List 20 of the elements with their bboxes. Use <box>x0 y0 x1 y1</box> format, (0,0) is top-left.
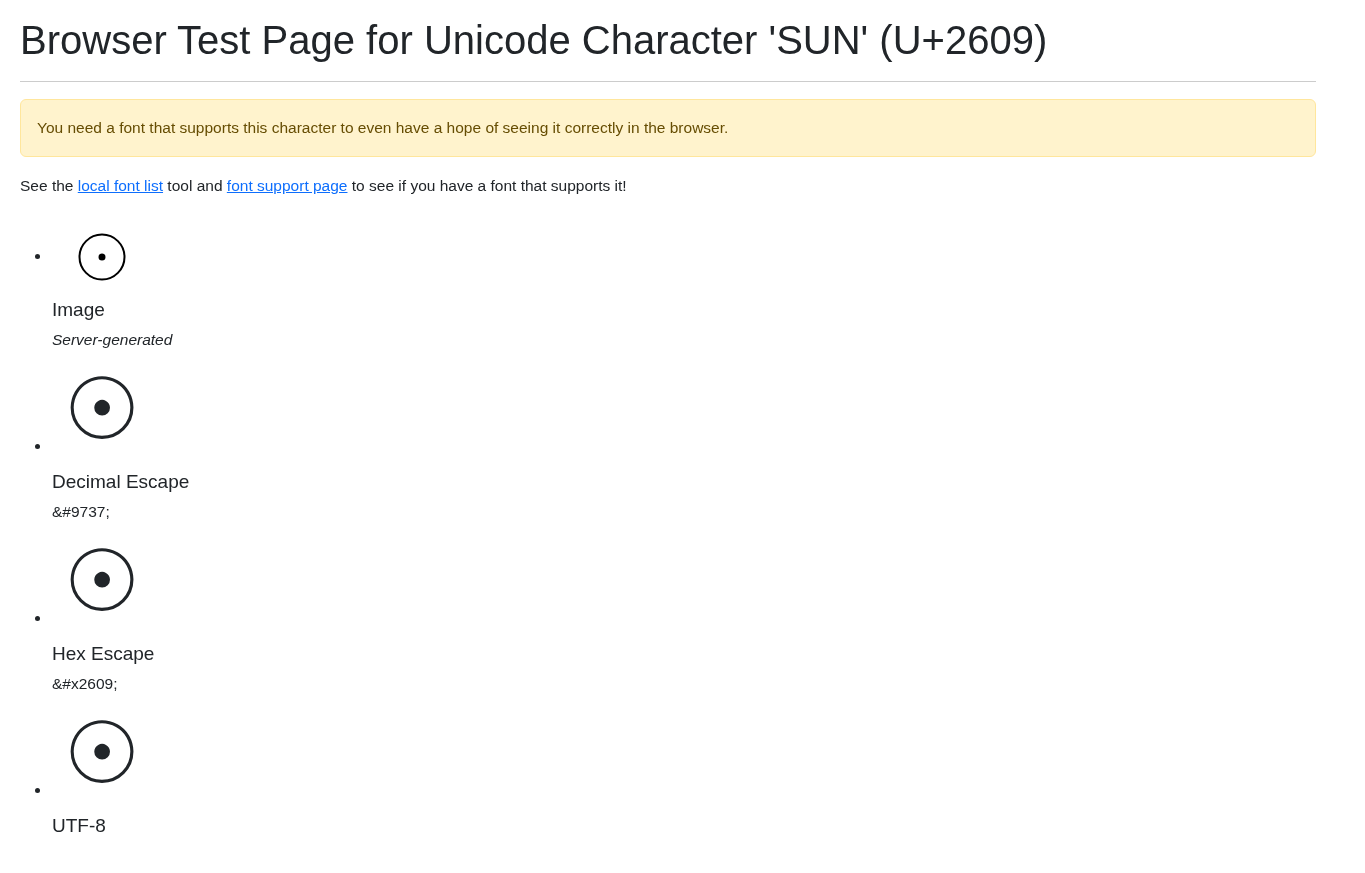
item-note: &#x2609; <box>52 675 119 693</box>
sun-glyph: ☉ <box>63 361 141 457</box>
bullet <box>35 788 40 793</box>
local-font-list-link[interactable]: local font list <box>77 177 164 194</box>
warning-alert: You need a font that supports this character to even have a hope of seeing it correctly in the browser. <box>20 99 1316 157</box>
font-support-page-link[interactable]: font support page <box>226 177 348 194</box>
item-label: UTF-8 <box>52 815 107 837</box>
item-note: &#9737; <box>52 503 111 521</box>
item-note: Server-generated <box>52 331 174 349</box>
item-label: Decimal Escape <box>52 471 191 493</box>
item-label: Image <box>52 299 106 321</box>
bullet <box>35 444 40 449</box>
page-title: Browser Test Page for Unicode Character 'SUN' (U+2609) <box>20 14 1316 82</box>
sun-glyph: ☉ <box>63 533 141 629</box>
bullet <box>35 616 40 621</box>
item-label: Hex Escape <box>52 643 156 665</box>
bullet <box>35 254 40 259</box>
sun-symbol-image <box>78 233 126 281</box>
sun-glyph: ☉ <box>63 705 141 801</box>
intro-text: See the local font list tool and font support page to see if you have a font that supports it! <box>20 177 628 195</box>
